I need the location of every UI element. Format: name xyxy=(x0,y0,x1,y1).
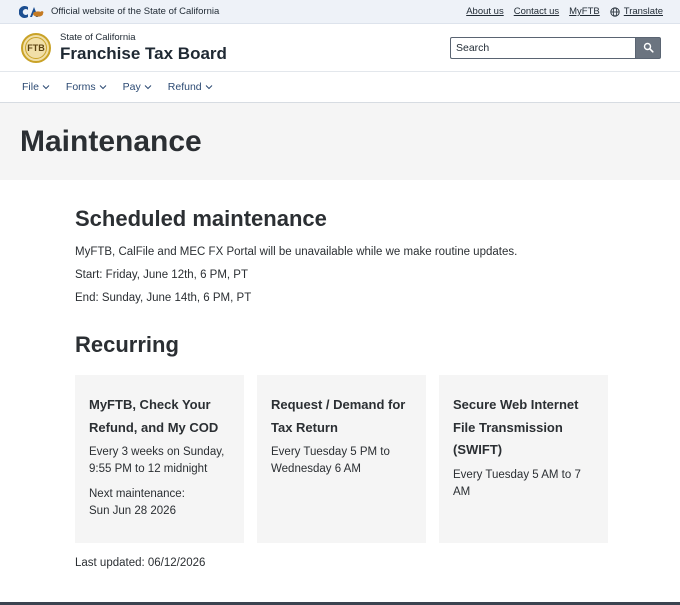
recurring-card-myftb: MyFTB, Check Your Refund, and My COD Eve… xyxy=(75,375,244,543)
card-title-line: Refund, and My COD xyxy=(89,419,219,435)
card-schedule: Every 3 weeks on Sunday, 9:55 PM to 12 m… xyxy=(89,444,230,478)
nav-item-label: Pay xyxy=(122,81,141,93)
card-text-line: Sun Jun 28 2026 xyxy=(89,505,176,517)
page-title: Maintenance xyxy=(20,124,202,158)
scheduled-end: End: Sunday, June 14th, 6 PM, PT xyxy=(75,292,252,304)
translate-label: Translate xyxy=(623,6,663,17)
card-text-line: Every Tuesday 5 AM to 7 xyxy=(453,468,581,481)
nav-item-label: Forms xyxy=(65,81,96,93)
card-title-line: Request / Demand for xyxy=(271,397,406,412)
chevron-down-icon xyxy=(42,85,50,90)
nav-item-file[interactable]: File xyxy=(22,81,50,93)
card-schedule: Every Tuesday 5 PM to Wednesday 6 AM xyxy=(271,444,412,478)
chevron-down-icon xyxy=(99,85,107,90)
search-icon xyxy=(643,42,654,53)
last-updated-text: Last updated: 06/12/2026 xyxy=(75,557,206,569)
globe-icon xyxy=(610,6,620,17)
card-title: Request / Demand for Tax Return xyxy=(271,394,412,439)
card-text-line: Every Tuesday 5 PM to xyxy=(271,446,390,458)
chevron-down-icon xyxy=(205,85,212,90)
recurring-cards: MyFTB, Check Your Refund, and My COD Eve… xyxy=(75,375,608,543)
search-input[interactable] xyxy=(450,36,635,59)
nav-item-refund[interactable]: Refund xyxy=(168,81,213,93)
site-header: FTB State of California Franchise Tax Bo… xyxy=(0,24,680,72)
main-nav: File Forms Pay Refund xyxy=(0,72,680,103)
scheduled-description: MyFTB, CalFile and MEC FX Portal will be… xyxy=(75,246,518,258)
card-title: Secure Web Internet File Transmission (S… xyxy=(453,394,594,462)
card-schedule: Every Tuesday 5 AM to 7 AM xyxy=(453,467,594,501)
seal-text: FTB xyxy=(27,42,45,53)
about-us-link[interactable]: About us xyxy=(466,6,504,17)
card-title: MyFTB, Check Your Refund, and My COD xyxy=(89,394,230,439)
recurring-card-swift: Secure Web Internet File Transmission (S… xyxy=(439,375,608,543)
search-form xyxy=(450,36,661,59)
card-title-line: File Transmission xyxy=(453,419,563,435)
nav-item-label: File xyxy=(22,81,39,93)
main-content: Scheduled maintenance MyFTB, CalFile and… xyxy=(0,206,680,569)
card-title-line: MyFTB, Check Your xyxy=(89,397,211,412)
card-next-maintenance: Next maintenance: Sun Jun 28 2026 xyxy=(89,486,230,520)
ftb-seal-logo[interactable]: FTB xyxy=(21,32,51,63)
contact-us-link[interactable]: Contact us xyxy=(514,6,559,17)
agency-name: Franchise Tax Board xyxy=(60,43,227,63)
state-label: State of California xyxy=(60,31,136,43)
scheduled-maintenance-heading: Scheduled maintenance xyxy=(75,206,327,231)
card-text-line: 9:55 PM to 12 midnight xyxy=(89,463,208,475)
nav-item-label: Refund xyxy=(167,81,202,93)
myftb-link[interactable]: MyFTB xyxy=(569,6,600,17)
official-website-text: Official website of the State of Califor… xyxy=(51,6,220,17)
chevron-down-icon xyxy=(144,85,152,90)
card-text-line: Every 3 weeks on Sunday, xyxy=(89,446,225,458)
nav-item-pay[interactable]: Pay xyxy=(123,81,152,93)
card-title-line: Tax Return xyxy=(271,419,338,435)
page-title-band: Maintenance xyxy=(0,103,680,180)
utility-links: About us Contact us MyFTB Translate xyxy=(466,6,663,17)
card-title-line: Secure Web Internet xyxy=(453,397,579,412)
card-text-line: Wednesday 6 AM xyxy=(271,463,361,475)
ca-gov-logo-icon[interactable] xyxy=(19,4,45,20)
card-text-line: AM xyxy=(453,485,471,498)
card-title-line: (SWIFT) xyxy=(453,442,503,457)
search-button[interactable] xyxy=(635,36,661,59)
utility-bar: Official website of the State of Califor… xyxy=(0,0,680,24)
recurring-card-request-demand: Request / Demand for Tax Return Every Tu… xyxy=(257,375,426,543)
nav-item-forms[interactable]: Forms xyxy=(66,81,107,93)
scheduled-start: Start: Friday, June 12th, 6 PM, PT xyxy=(75,269,248,281)
recurring-heading: Recurring xyxy=(75,332,179,357)
card-text-line: Next maintenance: xyxy=(89,488,185,500)
translate-link[interactable]: Translate xyxy=(610,6,663,17)
brand[interactable]: State of California Franchise Tax Board xyxy=(60,32,227,64)
